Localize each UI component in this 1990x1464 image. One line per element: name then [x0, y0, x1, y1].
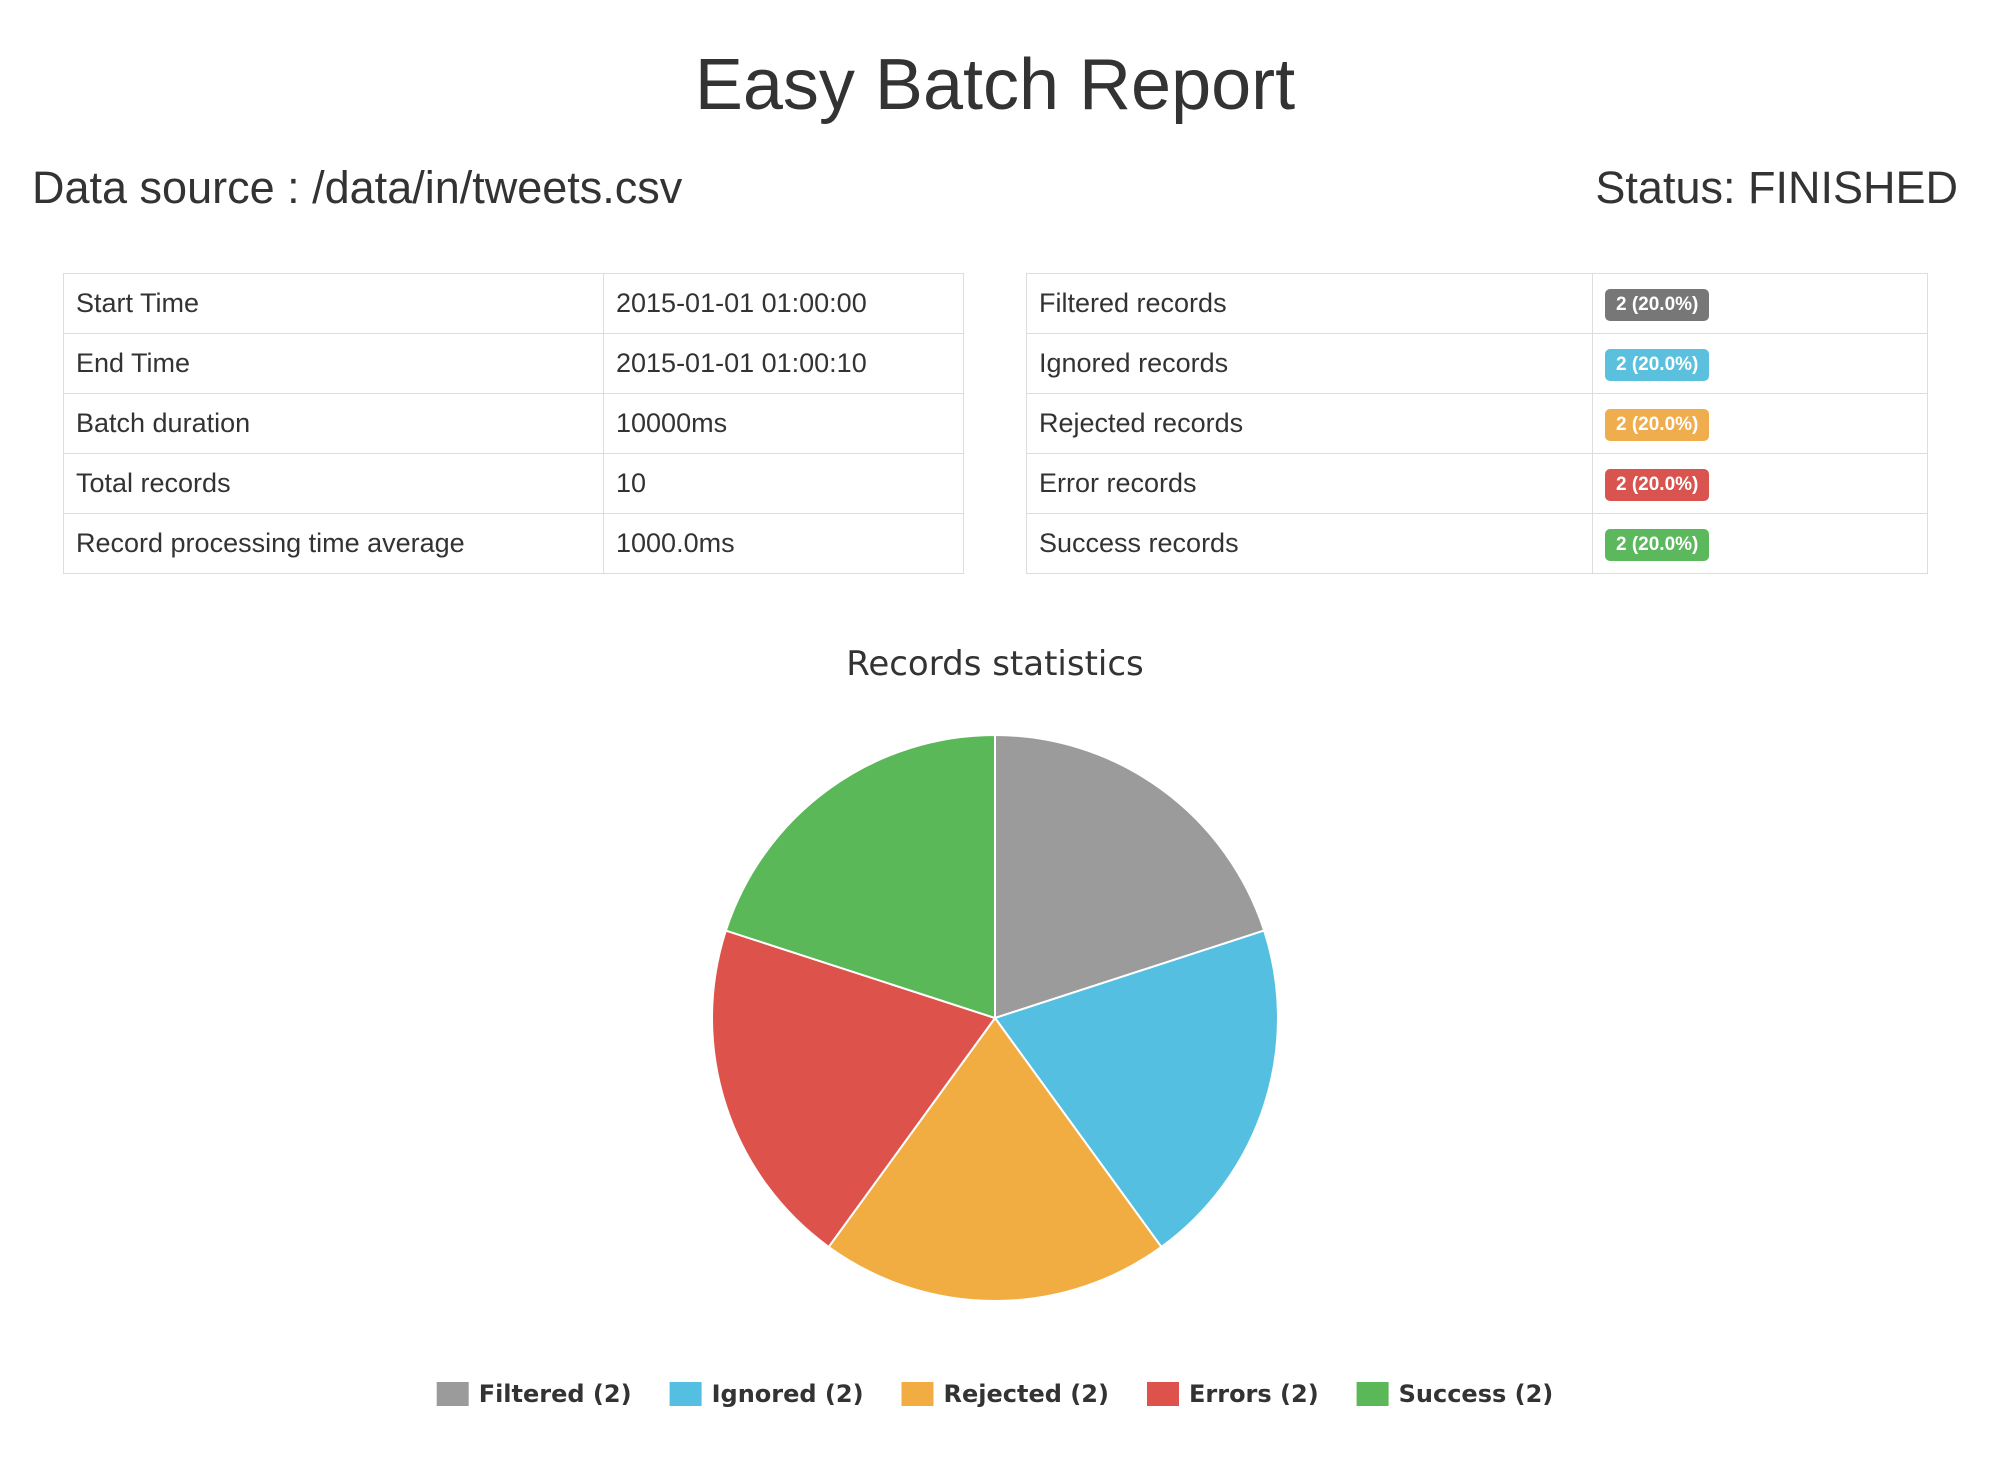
batch-metrics-table: Start Time 2015-01-01 01:00:00 End Time …: [63, 273, 964, 574]
metric-label: Start Time: [63, 273, 604, 334]
metric-label: End Time: [63, 333, 604, 394]
legend-label-rejected[interactable]: Rejected (2): [944, 1380, 1109, 1408]
metric-value: 10000ms: [603, 393, 964, 454]
legend-swatch-rejected[interactable]: [901, 1382, 934, 1406]
page-title: Easy Batch Report: [694, 45, 1296, 125]
legend-swatch-errors[interactable]: [1147, 1382, 1179, 1406]
table-row: Batch duration 10000ms: [63, 393, 964, 454]
legend-swatch-ignored[interactable]: [669, 1382, 702, 1406]
legend-label-success[interactable]: Success (2): [1399, 1380, 1554, 1408]
pie-slices: [711, 733, 1279, 1302]
table-row: Ignored records 2 (20.0%): [1026, 333, 1928, 394]
chart-legend: Filtered (2) Ignored (2) Rejected (2) Error…: [436, 1380, 1554, 1408]
record-label: Filtered records: [1026, 273, 1593, 334]
table-row: Start Time 2015-01-01 01:00:00: [63, 273, 964, 334]
table-row: Success records 2 (20.0%): [1026, 513, 1928, 574]
record-counts-table: Filtered records 2 (20.0%) Ignored recor…: [1026, 273, 1928, 574]
metric-value: 10: [603, 453, 964, 514]
legend-label-ignored[interactable]: Ignored (2): [712, 1380, 864, 1408]
record-label: Rejected records: [1026, 393, 1593, 454]
metric-value: 1000.0ms: [603, 513, 964, 574]
legend-label-filtered[interactable]: Filtered (2): [479, 1380, 632, 1408]
metric-label: Batch duration: [63, 393, 604, 454]
ignored-badge: 2 (20.0%): [1605, 349, 1710, 381]
error-badge: 2 (20.0%): [1605, 469, 1710, 501]
metric-value: 2015-01-01 01:00:10: [603, 333, 964, 394]
table-row: Filtered records 2 (20.0%): [1026, 273, 1928, 334]
record-label: Error records: [1026, 453, 1593, 514]
metric-label: Record processing time average: [63, 513, 604, 574]
table-row: Record processing time average 1000.0ms: [63, 513, 964, 574]
record-label: Success records: [1026, 513, 1593, 574]
table-row: Rejected records 2 (20.0%): [1026, 393, 1928, 454]
metric-value: 2015-01-01 01:00:00: [603, 273, 964, 334]
table-row: Total records 10: [63, 453, 964, 514]
table-row: Error records 2 (20.0%): [1026, 453, 1928, 514]
chart-title: Records statistics: [846, 644, 1144, 684]
status-heading: Status: FINISHED: [1595, 162, 1958, 213]
legend-label-errors[interactable]: Errors (2): [1189, 1380, 1319, 1408]
table-row: End Time 2015-01-01 01:00:10: [63, 333, 964, 394]
filtered-badge: 2 (20.0%): [1605, 289, 1710, 321]
legend-swatch-success[interactable]: [1356, 1382, 1389, 1406]
records-pie-chart: Records statistics Filtered (2) Ignored (…: [436, 644, 1554, 1408]
success-badge: 2 (20.0%): [1605, 529, 1710, 561]
record-label: Ignored records: [1026, 333, 1593, 394]
metric-label: Total records: [63, 453, 604, 514]
legend-swatch-filtered[interactable]: [436, 1382, 469, 1406]
rejected-badge: 2 (20.0%): [1605, 409, 1710, 441]
data-source-heading: Data source : /data/in/tweets.csv: [32, 162, 683, 213]
